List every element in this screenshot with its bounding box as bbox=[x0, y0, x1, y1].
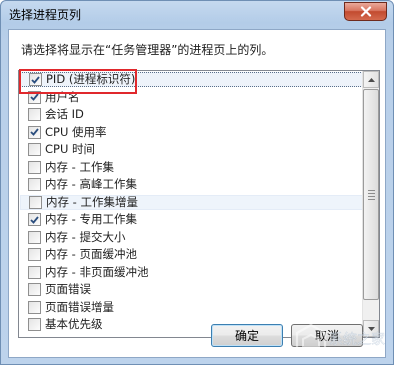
column-option-label: 内存 - 提交大小 bbox=[45, 229, 126, 244]
ok-button[interactable]: 确定 bbox=[211, 324, 283, 347]
column-option-row[interactable]: CPU 使用率 bbox=[20, 125, 363, 140]
column-option-label: 内存 - 工作集增量 bbox=[46, 194, 138, 209]
checkbox[interactable] bbox=[28, 213, 41, 226]
arrow-down-icon bbox=[367, 326, 375, 331]
column-option-row[interactable]: 页面错误 bbox=[20, 282, 363, 297]
column-option-label: CPU 使用率 bbox=[45, 124, 107, 139]
checkbox[interactable] bbox=[29, 73, 42, 86]
column-option-row[interactable]: 内存 - 非页面缓冲池 bbox=[20, 265, 363, 280]
column-option-label: 会话 ID bbox=[45, 107, 84, 121]
checkbox[interactable] bbox=[28, 230, 41, 244]
column-option-row[interactable]: 内存 - 工作集增量 bbox=[20, 194, 363, 210]
checkbox[interactable] bbox=[28, 248, 41, 261]
checkbox[interactable] bbox=[28, 160, 41, 174]
column-option-row[interactable]: 会话 ID bbox=[20, 107, 363, 122]
thumb-grip-line bbox=[368, 193, 375, 194]
column-option-row[interactable]: CPU 时间 bbox=[20, 142, 363, 157]
column-option-row[interactable]: 内存 - 高峰工作集 bbox=[20, 177, 363, 192]
scroll-thumb[interactable] bbox=[363, 89, 379, 300]
column-option-label: 页面错误 bbox=[45, 282, 91, 296]
column-option-label: 内存 - 高峰工作集 bbox=[45, 177, 137, 191]
column-option-row[interactable]: 用户名 bbox=[20, 90, 363, 105]
thumb-grip-line bbox=[368, 199, 375, 200]
column-option-row[interactable]: 内存 - 提交大小 bbox=[20, 230, 363, 245]
vertical-scrollbar[interactable] bbox=[362, 71, 379, 337]
checkbox[interactable] bbox=[28, 143, 41, 156]
window-title: 选择进程页列 bbox=[9, 8, 82, 22]
close-button[interactable] bbox=[344, 2, 387, 21]
checkbox[interactable] bbox=[28, 90, 41, 104]
column-option-label: 基本优先级 bbox=[45, 317, 103, 331]
dialog-body: 请选择将显示在“任务管理器”的进程页上的列。 PID (进程标识符) 用户名会话 … bbox=[8, 29, 386, 358]
column-option-label: CPU 时间 bbox=[45, 142, 96, 156]
arrow-up-icon bbox=[367, 77, 375, 82]
checkbox[interactable] bbox=[28, 318, 41, 331]
title-bar[interactable]: 选择进程页列 bbox=[1, 1, 393, 27]
checkbox[interactable] bbox=[28, 283, 41, 296]
column-option-label: 页面错误增量 bbox=[45, 299, 114, 314]
column-option-row[interactable]: 页面错误增量 bbox=[20, 300, 363, 315]
checkmark-icon bbox=[30, 128, 39, 136]
dialog-window: 选择进程页列 请选择将显示在“任务管理器”的进程页上的列。 PID (进程标识符… bbox=[0, 0, 394, 365]
column-checklist[interactable]: PID (进程标识符) 用户名会话 ID CPU 使用率 CPU 时间内存 - 工作集… bbox=[18, 70, 380, 338]
thumb-grip-line bbox=[368, 190, 375, 191]
checkbox[interactable] bbox=[28, 300, 41, 314]
checkmark-icon bbox=[31, 75, 40, 84]
column-option-row[interactable]: 内存 - 页面缓冲池 bbox=[20, 247, 363, 262]
column-option-row[interactable]: 内存 - 专用工作集 bbox=[20, 212, 363, 227]
column-option-label: PID (进程标识符) bbox=[46, 72, 136, 86]
cancel-button[interactable]: 取消 bbox=[291, 324, 363, 347]
scroll-down-button[interactable] bbox=[363, 320, 379, 337]
column-option-label: 用户名 bbox=[45, 89, 80, 104]
column-option-label: 内存 - 专用工作集 bbox=[45, 212, 137, 226]
checkbox[interactable] bbox=[28, 265, 41, 279]
column-option-label: 内存 - 非页面缓冲池 bbox=[45, 264, 149, 279]
column-option-row[interactable]: 内存 - 工作集 bbox=[20, 160, 363, 175]
checkbox[interactable] bbox=[28, 108, 41, 121]
checkbox[interactable] bbox=[28, 125, 41, 139]
checkmark-icon bbox=[30, 93, 39, 101]
column-option-label: 内存 - 页面缓冲池 bbox=[45, 247, 137, 261]
instruction-text: 请选择将显示在“任务管理器”的进程页上的列。 bbox=[21, 43, 274, 57]
close-icon bbox=[360, 6, 371, 17]
checkmark-icon bbox=[30, 215, 39, 224]
column-option-row[interactable]: PID (进程标识符) bbox=[20, 72, 363, 87]
column-option-label: 内存 - 工作集 bbox=[45, 159, 114, 174]
checkbox[interactable] bbox=[29, 195, 42, 209]
checkbox[interactable] bbox=[28, 178, 41, 191]
thumb-grip-line bbox=[368, 196, 375, 197]
scroll-up-button[interactable] bbox=[363, 71, 379, 88]
